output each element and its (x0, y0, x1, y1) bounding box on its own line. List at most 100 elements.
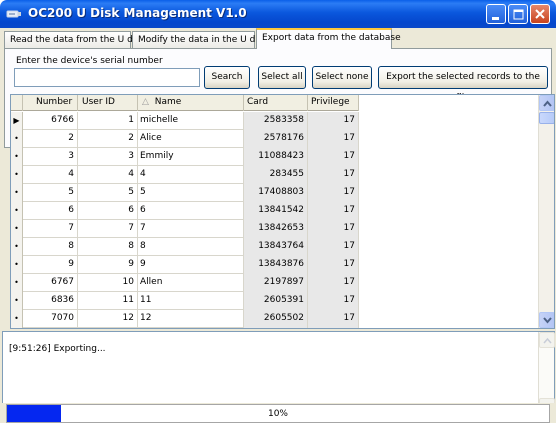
cell-number[interactable]: 6836 (23, 292, 78, 310)
cell-user-id[interactable]: 10 (78, 274, 138, 292)
column-header-number[interactable]: Number (23, 95, 78, 111)
cell-card-number[interactable]: 13842653 (244, 220, 308, 238)
cell-name[interactable]: 4 (138, 166, 244, 184)
table-row[interactable]: ▶ 6766 1 michelle 2583358 17 (11, 112, 359, 130)
records-grid[interactable]: Number User ID △ Name Card Number Privil… (10, 94, 555, 329)
cell-privilege[interactable]: 17 (308, 292, 359, 310)
cell-name[interactable]: michelle (138, 112, 244, 130)
title-bar[interactable]: OC200 U Disk Management V1.0 (0, 0, 556, 28)
cell-name[interactable]: 13 (138, 328, 244, 329)
cell-user-id[interactable]: 8 (78, 238, 138, 256)
table-row[interactable]: • 5 5 5 17408803 17 (11, 184, 359, 202)
cell-name[interactable]: 12 (138, 310, 244, 328)
search-button[interactable]: Search (204, 66, 250, 89)
cell-number[interactable]: 4 (23, 166, 78, 184)
cell-name[interactable]: Alice (138, 130, 244, 148)
cell-card-number[interactable]: 2605502 (244, 310, 308, 328)
cell-user-id[interactable]: 11 (78, 292, 138, 310)
row-selector[interactable]: • (11, 310, 23, 328)
cell-privilege[interactable]: 17 (308, 184, 359, 202)
cell-card-number[interactable]: 11088423 (244, 148, 308, 166)
cell-privilege[interactable]: 17 (308, 166, 359, 184)
cell-number[interactable]: 7139 (23, 328, 78, 329)
cell-user-id[interactable]: 7 (78, 220, 138, 238)
table-row[interactable]: • 6836 11 11 2605391 17 (11, 292, 359, 310)
cell-card-number[interactable]: 2605680 (244, 328, 308, 329)
cell-privilege[interactable]: 17 (308, 130, 359, 148)
cell-name[interactable]: 5 (138, 184, 244, 202)
cell-privilege[interactable]: 17 (308, 328, 359, 329)
cell-name[interactable]: Emmily (138, 148, 244, 166)
row-selector[interactable]: • (11, 328, 23, 329)
cell-user-id[interactable]: 5 (78, 184, 138, 202)
cell-privilege[interactable]: 17 (308, 238, 359, 256)
select-none-button[interactable]: Select none (312, 66, 372, 89)
cell-card-number[interactable]: 2578176 (244, 130, 308, 148)
row-selector[interactable]: • (11, 256, 23, 274)
row-selector[interactable]: • (11, 292, 23, 310)
cell-privilege[interactable]: 17 (308, 274, 359, 292)
cell-card-number[interactable]: 2197897 (244, 274, 308, 292)
cell-privilege[interactable]: 17 (308, 310, 359, 328)
cell-card-number[interactable]: 13843876 (244, 256, 308, 274)
cell-privilege[interactable]: 17 (308, 112, 359, 130)
tab-modify-u-disk[interactable]: Modify the data in the U disk (132, 31, 268, 48)
cell-name[interactable]: Allen (138, 274, 244, 292)
serial-number-input[interactable] (14, 68, 200, 87)
minimize-button[interactable] (486, 4, 506, 24)
cell-number[interactable]: 6767 (23, 274, 78, 292)
cell-user-id[interactable]: 6 (78, 202, 138, 220)
table-row[interactable]: •71391313260568017 (11, 328, 359, 329)
table-row[interactable]: • 6767 10 Allen 2197897 17 (11, 274, 359, 292)
cell-name[interactable]: 11 (138, 292, 244, 310)
table-row[interactable]: • 7 7 7 13842653 17 (11, 220, 359, 238)
cell-card-number[interactable]: 13843764 (244, 238, 308, 256)
cell-name[interactable]: 9 (138, 256, 244, 274)
column-header-card-number[interactable]: Card Number (244, 95, 308, 122)
log-vertical-scrollbar[interactable] (538, 332, 555, 414)
log-scroll-up-button[interactable] (539, 332, 555, 348)
cell-card-number[interactable]: 2605391 (244, 292, 308, 310)
close-button[interactable] (530, 4, 550, 24)
cell-privilege[interactable]: 17 (308, 148, 359, 166)
column-header-user-id[interactable]: User ID (78, 95, 138, 111)
table-row[interactable]: • 6 6 6 13841542 17 (11, 202, 359, 220)
cell-card-number[interactable]: 2583358 (244, 112, 308, 130)
cell-user-id[interactable]: 2 (78, 130, 138, 148)
maximize-button[interactable] (508, 4, 528, 24)
row-selector[interactable]: • (11, 148, 23, 166)
table-row[interactable]: • 2 2 Alice 2578176 17 (11, 130, 359, 148)
cell-number[interactable]: 7070 (23, 310, 78, 328)
row-selector[interactable]: • (11, 202, 23, 220)
cell-number[interactable]: 8 (23, 238, 78, 256)
cell-number[interactable]: 2 (23, 130, 78, 148)
cell-number[interactable]: 5 (23, 184, 78, 202)
cell-card-number[interactable]: 283455 (244, 166, 308, 184)
export-selected-button[interactable]: Export the selected records to the file (378, 66, 548, 103)
row-selector[interactable]: • (11, 166, 23, 184)
cell-card-number[interactable]: 13841542 (244, 202, 308, 220)
cell-number[interactable]: 7 (23, 220, 78, 238)
table-row[interactable]: • 3 3 Emmily 11088423 17 (11, 148, 359, 166)
table-row[interactable]: • 4 4 4 283455 17 (11, 166, 359, 184)
cell-privilege[interactable]: 17 (308, 256, 359, 274)
column-header-privilege[interactable]: Privilege (308, 95, 359, 111)
row-selector[interactable]: • (11, 130, 23, 148)
row-selector[interactable]: ▶ (11, 112, 23, 130)
select-all-button[interactable]: Select all (258, 66, 306, 89)
cell-name[interactable]: 8 (138, 238, 244, 256)
column-header-name[interactable]: △ Name (138, 95, 244, 111)
row-selector[interactable]: • (11, 238, 23, 256)
cell-card-number[interactable]: 17408803 (244, 184, 308, 202)
table-row[interactable]: • 8 8 8 13843764 17 (11, 238, 359, 256)
scroll-thumb[interactable] (539, 112, 554, 124)
cell-user-id[interactable]: 3 (78, 148, 138, 166)
tab-export-database[interactable]: Export data from the database (256, 28, 401, 49)
tab-read-u-disk[interactable]: Read the data from the U disk (4, 31, 145, 48)
cell-name[interactable]: 6 (138, 202, 244, 220)
cell-user-id[interactable]: 9 (78, 256, 138, 274)
grid-vertical-scrollbar[interactable] (538, 95, 554, 328)
cell-number[interactable]: 3 (23, 148, 78, 166)
scroll-up-button[interactable] (539, 95, 554, 111)
cell-user-id[interactable]: 1 (78, 112, 138, 130)
